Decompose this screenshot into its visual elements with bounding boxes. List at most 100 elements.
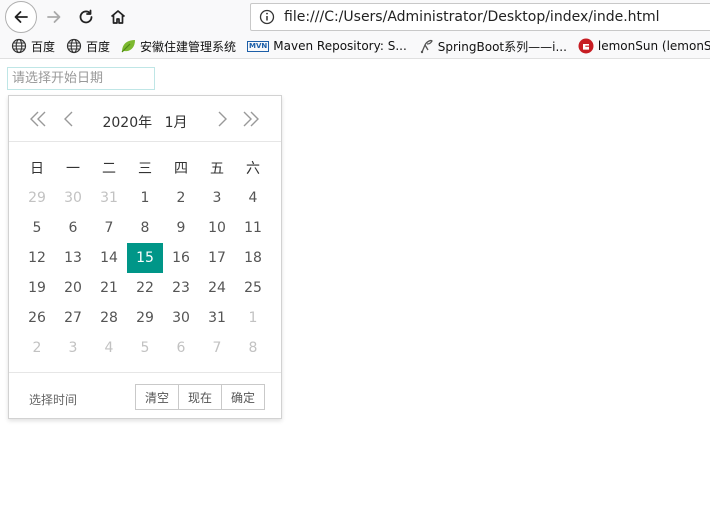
arrow-right-icon [47, 11, 61, 23]
day-cell[interactable]: 11 [235, 213, 271, 243]
day-cell[interactable]: 20 [55, 273, 91, 303]
weekday-label: 六 [246, 161, 260, 177]
day-cell[interactable]: 22 [127, 273, 163, 303]
bookmark-lemonsun[interactable]: lemonSun (lemonSun [578, 38, 710, 54]
day-cell[interactable]: 10 [199, 213, 235, 243]
day-cell[interactable]: 16 [163, 243, 199, 273]
month-select[interactable]: 1月 [161, 112, 192, 132]
day-cell[interactable]: 17 [199, 243, 235, 273]
clear-button[interactable]: 清空 [135, 384, 180, 410]
bookmark-springboot[interactable]: SpringBoot系列——i... [418, 38, 567, 55]
weekday-label: 三 [138, 161, 152, 177]
day-cell-other-month[interactable]: 8 [235, 333, 271, 363]
week-row: 12 13 14 15 16 17 18 [19, 243, 271, 273]
day-cell-other-month[interactable]: 5 [127, 333, 163, 363]
day-cell[interactable]: 26 [19, 303, 55, 333]
confirm-button[interactable]: 确定 [221, 384, 266, 410]
start-date-input[interactable] [7, 67, 155, 90]
day-cell-other-month[interactable]: 31 [91, 183, 127, 213]
next-year-button[interactable] [241, 109, 261, 129]
info-icon[interactable] [258, 8, 276, 26]
day-cell[interactable]: 2 [163, 183, 199, 213]
next-month-button[interactable] [212, 109, 232, 129]
bookmark-baidu-2[interactable]: 百度 [66, 38, 110, 55]
bookmark-label: 百度 [31, 39, 56, 54]
date-picker-footer: 选择时间 清空 现在 确定 [9, 372, 281, 418]
bookmark-baidu[interactable]: 百度 [11, 38, 55, 55]
leaf-icon [121, 40, 136, 53]
week-row: 29 30 31 1 2 3 4 [19, 183, 271, 213]
day-cell[interactable]: 30 [163, 303, 199, 333]
day-cell-other-month[interactable]: 4 [91, 333, 127, 363]
day-cell[interactable]: 7 [91, 213, 127, 243]
bookmark-label: SpringBoot系列——i... [437, 39, 567, 54]
day-cell[interactable]: 9 [163, 213, 199, 243]
day-cell[interactable]: 27 [55, 303, 91, 333]
date-picker-header: 2020年 1月 [9, 96, 281, 142]
back-button[interactable] [5, 1, 37, 33]
globe-icon [11, 38, 27, 54]
day-cell-other-month[interactable]: 3 [55, 333, 91, 363]
day-cell[interactable]: 29 [127, 303, 163, 333]
forward-button[interactable] [40, 3, 68, 31]
select-time-link[interactable]: 选择时间 [29, 391, 77, 408]
spring-icon [420, 39, 433, 54]
bookmark-label: 百度 [86, 39, 111, 54]
weekday-label: 四 [174, 161, 188, 177]
mvn-icon: MVN [247, 40, 270, 52]
weekday-label: 日 [30, 161, 44, 177]
day-cell[interactable]: 12 [19, 243, 55, 273]
day-cell[interactable]: 3 [199, 183, 235, 213]
day-cell[interactable]: 14 [91, 243, 127, 273]
footer-buttons: 清空 现在 确定 [135, 384, 266, 410]
bookmark-maven[interactable]: MVN Maven Repository: S... [247, 39, 407, 53]
day-cell[interactable]: 24 [199, 273, 235, 303]
day-cell-other-month[interactable]: 2 [19, 333, 55, 363]
gitee-icon [578, 38, 594, 54]
day-cell-other-month[interactable]: 6 [163, 333, 199, 363]
url-text[interactable]: file:///C:/Users/Administrator/Desktop/i… [284, 9, 660, 25]
day-cell[interactable]: 28 [91, 303, 127, 333]
week-row: 2345678 [19, 333, 271, 363]
day-cell[interactable]: 13 [55, 243, 91, 273]
weekday-row: 日 一 二 三 四 五 六 [19, 153, 271, 183]
day-cell-selected[interactable]: 15 [127, 243, 163, 273]
week-row: 26 27 28 29 30 31 1 [19, 303, 271, 333]
day-cell[interactable]: 5 [19, 213, 55, 243]
date-picker: 2020年 1月 日 一 二 三 四 五 六 29 30 31 1 2 3 4 5 6 7 8 9 10… [8, 95, 282, 419]
calendar-grid: 日 一 二 三 四 五 六 29 30 31 1 2 3 4 5 6 7 8 9 10 11 12 13 14 1… [19, 153, 271, 363]
double-chevron-right-icon [243, 111, 259, 127]
day-cell[interactable]: 1 [127, 183, 163, 213]
day-cell-other-month[interactable]: 30 [55, 183, 91, 213]
reload-button[interactable] [72, 3, 100, 31]
arrow-left-icon [14, 11, 28, 23]
day-cell[interactable]: 8 [127, 213, 163, 243]
chevron-right-icon [218, 111, 227, 127]
globe-icon [66, 38, 82, 54]
bookmark-label: 安徽住建管理系统 [140, 39, 237, 54]
home-button[interactable] [104, 3, 132, 31]
day-cell[interactable]: 25 [235, 273, 271, 303]
day-cell-other-month[interactable]: 7 [199, 333, 235, 363]
day-cell-other-month[interactable]: 1 [235, 303, 271, 333]
year-select[interactable]: 2020年 [98, 112, 156, 132]
bookmark-anhui[interactable]: 安徽住建管理系统 [120, 38, 236, 55]
now-button[interactable]: 现在 [178, 384, 223, 410]
weekday-label: 五 [210, 161, 224, 177]
weekday-label: 一 [66, 161, 80, 177]
weekday-label: 二 [102, 161, 116, 177]
reload-icon [79, 9, 93, 24]
day-cell[interactable]: 31 [199, 303, 235, 333]
home-icon [110, 10, 126, 24]
day-cell[interactable]: 4 [235, 183, 271, 213]
day-cell[interactable]: 19 [19, 273, 55, 303]
bookmarks-bar: 百度 百度 安徽住建管理系统 MVN Maven Repository: S..… [0, 34, 710, 59]
address-bar[interactable]: file:///C:/Users/Administrator/Desktop/i… [250, 3, 710, 31]
day-cell[interactable]: 21 [91, 273, 127, 303]
day-cell[interactable]: 23 [163, 273, 199, 303]
bookmark-label: lemonSun (lemonSun [597, 39, 710, 53]
day-cell-other-month[interactable]: 29 [19, 183, 55, 213]
day-cell[interactable]: 6 [55, 213, 91, 243]
day-cell[interactable]: 18 [235, 243, 271, 273]
browser-toolbar: file:///C:/Users/Administrator/Desktop/i… [0, 0, 710, 34]
